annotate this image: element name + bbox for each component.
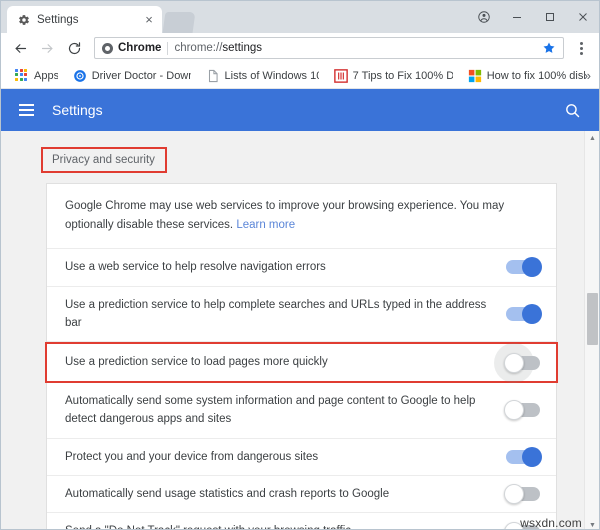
- learn-more-link[interactable]: Learn more: [236, 219, 295, 231]
- setting-label: Use a web service to help resolve naviga…: [65, 261, 326, 274]
- close-icon[interactable]: ×: [142, 13, 156, 27]
- toggle-knob: [504, 352, 524, 373]
- toggle-knob: [522, 304, 542, 325]
- profile-avatar-icon[interactable]: [467, 1, 500, 33]
- window-controls: [467, 1, 599, 33]
- document-icon: [206, 69, 220, 83]
- tab-title: Settings: [37, 13, 79, 26]
- setting-label: Use a prediction service to help complet…: [65, 298, 487, 330]
- address-bar[interactable]: Chrome chrome://settings: [94, 37, 564, 59]
- settings-header: Settings: [1, 89, 599, 131]
- apps-shortcut[interactable]: Apps: [9, 67, 64, 85]
- bookmark-item[interactable]: Lists of Windows 10: [200, 67, 325, 85]
- setting-row-do-not-track[interactable]: Send a "Do Not Track" request with your …: [47, 513, 556, 529]
- chrome-icon: [102, 42, 113, 54]
- bookmark-label: Driver Doctor - Down: [91, 69, 191, 82]
- scroll-up-icon[interactable]: ▲: [585, 131, 599, 145]
- gear-blue-icon: [73, 69, 87, 83]
- row-text: Use a prediction service to load pages m…: [65, 353, 496, 371]
- forward-icon[interactable]: [35, 36, 60, 61]
- setting-row-send-system-information[interactable]: Automatically send some system informati…: [47, 383, 556, 439]
- vertical-scrollbar[interactable]: ▲ ▼: [584, 131, 599, 529]
- hamburger-menu-icon[interactable]: [19, 104, 34, 116]
- bookmark-label: How to fix 100% disk: [486, 69, 585, 82]
- row-text: Automatically send some system informati…: [65, 392, 496, 429]
- scrollbar-thumb[interactable]: [587, 293, 598, 345]
- row-text: Automatically send usage statistics and …: [65, 485, 496, 503]
- setting-row-prediction-searches-urls[interactable]: Use a prediction service to help complet…: [47, 287, 556, 343]
- site-chip-label: Chrome: [118, 42, 162, 54]
- setting-label: Send a "Do Not Track" request with your …: [65, 522, 496, 529]
- back-icon[interactable]: [8, 36, 33, 61]
- red-square-icon: [333, 68, 348, 83]
- toggle-knob: [522, 257, 542, 278]
- gear-icon: [17, 13, 30, 26]
- setting-label: Automatically send some system informati…: [65, 394, 476, 426]
- setting-row-safe-browsing[interactable]: Protect you and your device from dangero…: [47, 439, 556, 476]
- setting-row-navigation-errors[interactable]: Use a web service to help resolve naviga…: [47, 249, 556, 287]
- reload-icon[interactable]: [62, 36, 87, 61]
- toggle-knob: [504, 484, 524, 505]
- bookmark-label: 7 Tips to Fix 100% Di: [352, 69, 453, 82]
- setting-row-prediction-preload-pages[interactable]: Use a prediction service to load pages m…: [45, 342, 558, 383]
- row-text: Use a web service to help resolve naviga…: [65, 258, 496, 276]
- bookmark-item[interactable]: How to fix 100% disk: [462, 67, 591, 85]
- bookmark-label: Lists of Windows 10: [224, 69, 319, 82]
- bookmark-star-icon[interactable]: [540, 39, 558, 57]
- toggle-navigation-errors[interactable]: [506, 257, 542, 278]
- close-window-button[interactable]: [566, 1, 599, 33]
- bookmarks-bar: Apps Driver Doctor - Down Lists of Windo…: [1, 63, 599, 89]
- new-tab-button[interactable]: [162, 12, 196, 33]
- toggle-prediction-searches-urls[interactable]: [506, 304, 542, 325]
- windows-logo-icon: [468, 69, 482, 83]
- section-title-privacy-and-security: Privacy and security: [41, 147, 167, 173]
- row-text: Use a prediction service to help complet…: [65, 296, 496, 333]
- url-text: chrome://settings: [174, 42, 263, 54]
- setting-label: Automatically send usage statistics and …: [65, 487, 390, 500]
- setting-label: Protect you and your device from dangero…: [65, 450, 319, 463]
- minimize-button[interactable]: [500, 1, 533, 33]
- divider: [167, 41, 169, 55]
- page-title: Settings: [52, 102, 103, 118]
- bookmarks-overflow-icon[interactable]: »: [584, 68, 591, 83]
- browser-toolbar: Chrome chrome://settings: [1, 33, 599, 63]
- maximize-button[interactable]: [533, 1, 566, 33]
- section-heading-wrap: Privacy and security: [1, 131, 599, 183]
- row-text: Send a "Do Not Track" request with your …: [65, 522, 496, 529]
- toggle-send-system-information[interactable]: [504, 400, 540, 421]
- row-text: Protect you and your device from dangero…: [65, 448, 496, 466]
- bookmark-item[interactable]: Driver Doctor - Down: [67, 67, 197, 85]
- toggle-prediction-preload-pages[interactable]: [494, 342, 540, 383]
- toggle-safe-browsing[interactable]: [506, 446, 542, 467]
- privacy-settings-card: Google Chrome may use web services to im…: [45, 183, 558, 529]
- toggle-knob: [522, 446, 542, 467]
- scroll-down-icon[interactable]: ▼: [585, 518, 599, 529]
- tab-strip: Settings ×: [1, 1, 599, 33]
- browser-tab-settings[interactable]: Settings ×: [7, 6, 162, 33]
- browser-window: Settings × Chrome chrome://settings Apps…: [0, 0, 600, 530]
- toggle-usage-statistics[interactable]: [504, 484, 540, 505]
- site-chip: Chrome: [102, 42, 161, 54]
- bookmark-item[interactable]: 7 Tips to Fix 100% Di: [328, 67, 459, 85]
- chrome-menu-icon[interactable]: [570, 36, 592, 61]
- apps-grid-icon: [15, 68, 29, 83]
- privacy-intro-text: Google Chrome may use web services to im…: [47, 184, 556, 250]
- settings-content: Privacy and security Google Chrome may u…: [1, 131, 599, 530]
- toggle-knob: [504, 400, 524, 421]
- watermark: wsxdn.com: [520, 516, 582, 530]
- setting-row-usage-statistics[interactable]: Automatically send usage statistics and …: [47, 476, 556, 514]
- apps-label: Apps: [34, 69, 58, 82]
- search-icon[interactable]: [564, 102, 581, 119]
- setting-label: Use a prediction service to load pages m…: [65, 356, 328, 369]
